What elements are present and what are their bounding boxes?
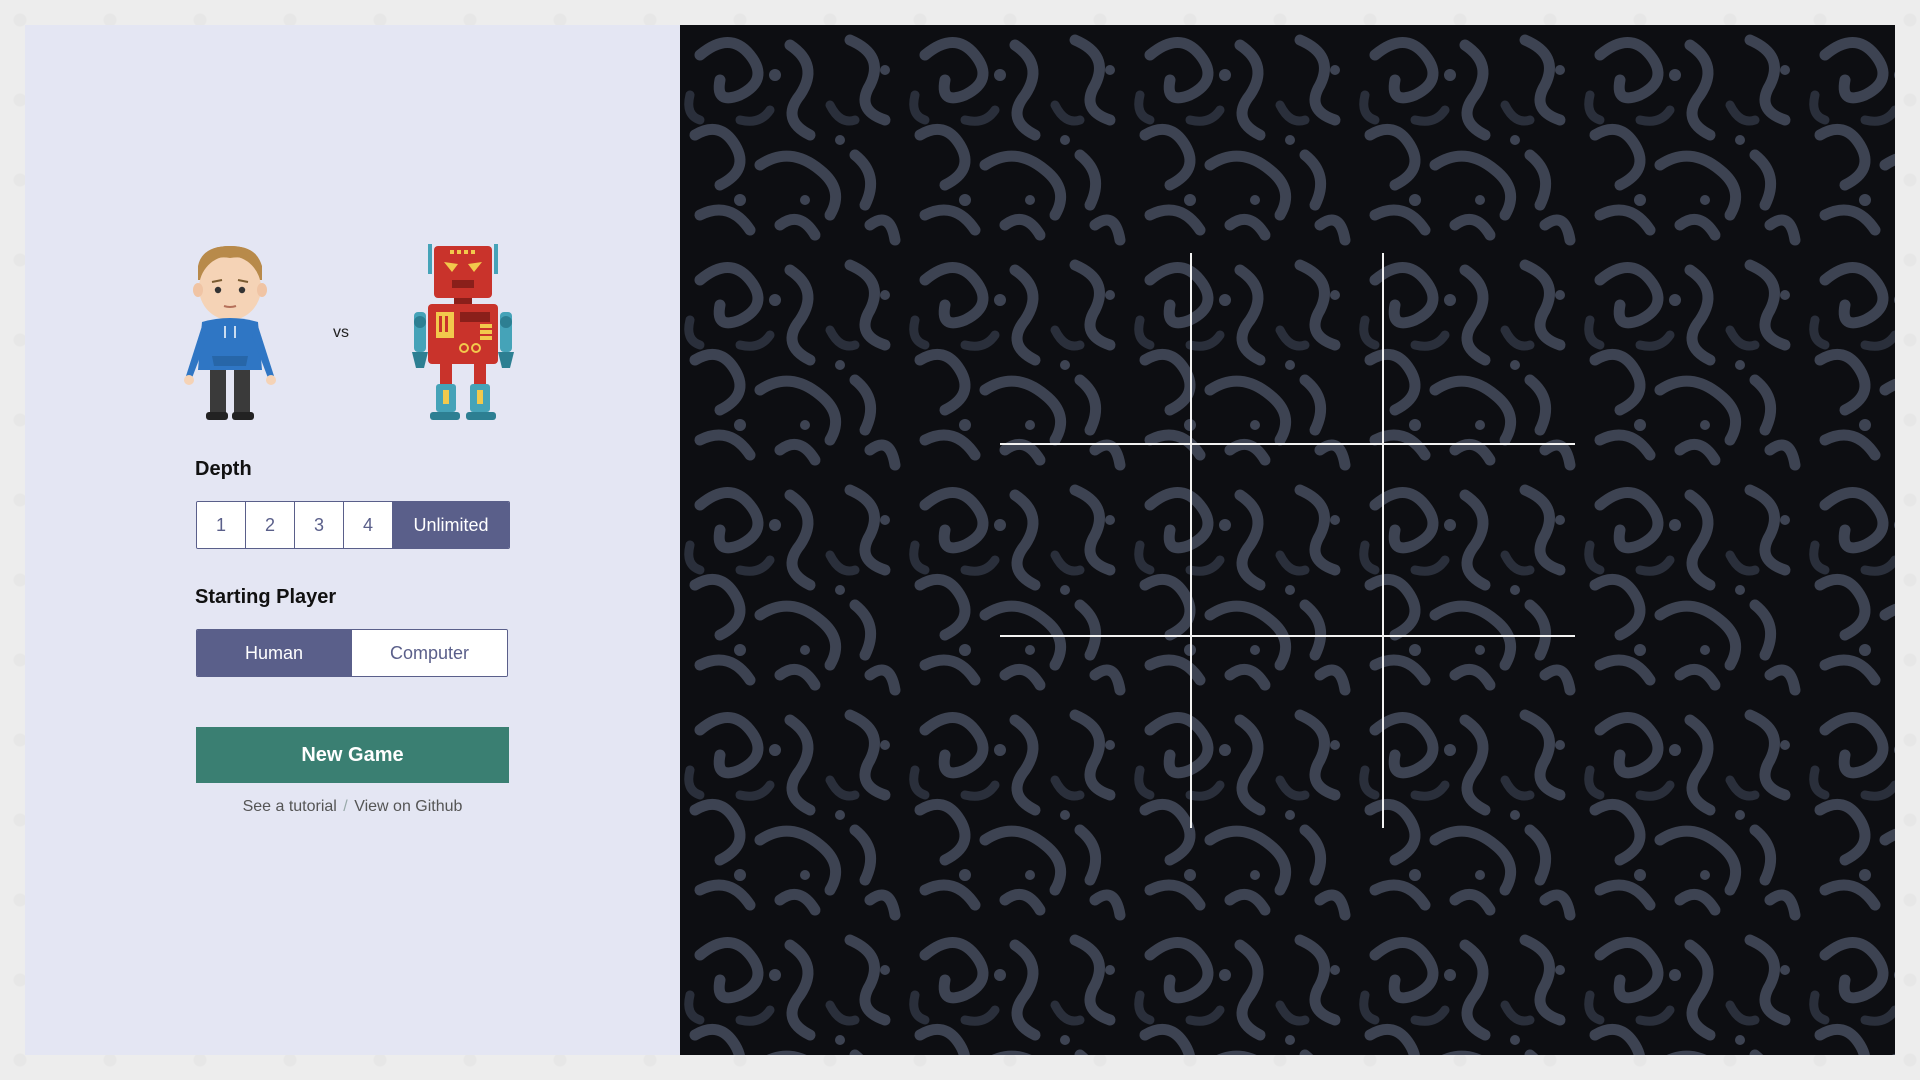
link-separator: / xyxy=(343,798,348,815)
depth-option-3[interactable]: 3 xyxy=(295,502,344,548)
new-game-button[interactable]: New Game xyxy=(196,727,509,783)
board-cell-1[interactable] xyxy=(1000,253,1190,443)
app-page: vs Depth 1 2 3 4 Unlimited Starting Play… xyxy=(0,0,1920,1080)
board-cell-2[interactable] xyxy=(1192,253,1382,443)
board-cell-4[interactable] xyxy=(1000,445,1190,635)
starting-player-human[interactable]: Human xyxy=(197,630,352,676)
depth-selector: 1 2 3 4 Unlimited xyxy=(196,501,510,549)
starting-player-computer[interactable]: Computer xyxy=(352,630,507,676)
depth-label: Depth xyxy=(195,458,252,480)
board-cell-3[interactable] xyxy=(1384,253,1575,443)
github-link[interactable]: View on Github xyxy=(354,798,462,815)
depth-option-2[interactable]: 2 xyxy=(246,502,295,548)
computer-player-avatar xyxy=(408,240,518,427)
depth-option-4[interactable]: 4 xyxy=(344,502,393,548)
vs-label: vs xyxy=(333,324,349,341)
board-cell-5[interactable] xyxy=(1192,445,1382,635)
players-header: vs xyxy=(170,240,520,430)
starting-player-label: Starting Player xyxy=(195,586,337,608)
board-cell-8[interactable] xyxy=(1192,637,1382,828)
human-player-avatar xyxy=(180,240,280,427)
depth-option-1[interactable]: 1 xyxy=(197,502,246,548)
help-links: See a tutorial / View on Github xyxy=(196,798,509,816)
depth-option-unlimited[interactable]: Unlimited xyxy=(393,502,509,548)
board-cell-6[interactable] xyxy=(1384,445,1575,635)
starting-player-selector: Human Computer xyxy=(196,629,508,677)
board-cell-7[interactable] xyxy=(1000,637,1190,828)
board-cell-9[interactable] xyxy=(1384,637,1575,828)
tutorial-link[interactable]: See a tutorial xyxy=(243,798,337,815)
game-board-panel xyxy=(680,25,1895,1055)
